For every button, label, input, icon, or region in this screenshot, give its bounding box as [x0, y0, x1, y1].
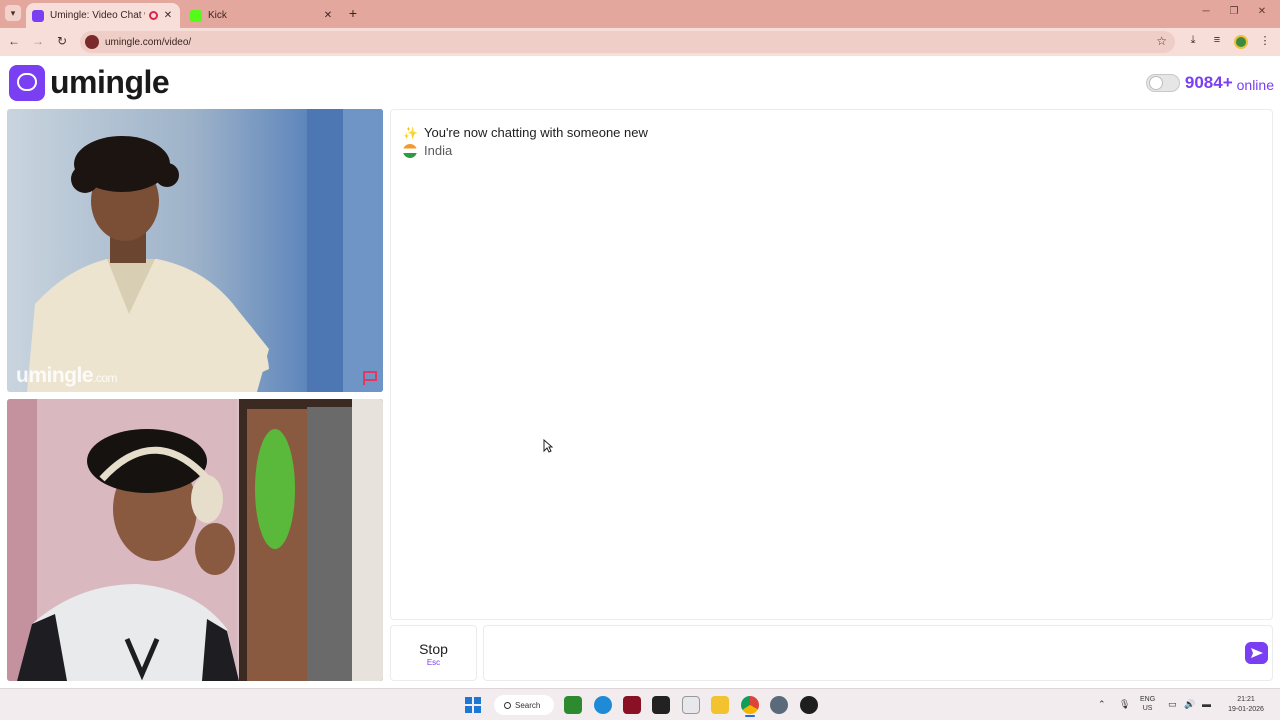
close-tab-icon[interactable]: ✕: [162, 10, 174, 21]
online-count: 9084+: [1184, 73, 1233, 92]
file-explorer-app-icon[interactable]: [711, 696, 729, 714]
logo-text: umingle: [50, 64, 170, 100]
browser-tab-bar: ▾ Umingle: Video Chat with Str ✕ Kick ✕ …: [0, 0, 1280, 28]
taskbar-search-label: Search: [515, 700, 541, 710]
settings-app-icon[interactable]: [770, 696, 788, 714]
volume-icon[interactable]: 🔊: [1184, 699, 1195, 710]
show-hidden-icons-icon[interactable]: ⌃: [1098, 699, 1106, 710]
chat-log: ✨ You're now chatting with someone new I…: [390, 109, 1273, 620]
stop-button-label: Stop: [419, 641, 448, 657]
reload-icon[interactable]: ↻: [54, 34, 70, 48]
system-message: ✨ You're now chatting with someone new: [403, 125, 648, 140]
india-flag-icon: [403, 143, 417, 158]
dark-mode-toggle[interactable]: [1145, 74, 1180, 92]
stop-button[interactable]: Stop Esc: [390, 625, 477, 681]
chat-bubble-logo-icon: [9, 64, 45, 101]
download-icon[interactable]: ⤓: [1185, 34, 1201, 47]
browser-toolbar: ← → ↻ umingle.com/video/ ☆ ⤓ ≡ ⋮: [0, 28, 1280, 56]
url-text: umingle.com/video/: [105, 36, 192, 48]
battery-icon[interactable]: ▬: [1202, 699, 1211, 709]
system-message-text: You're now chatting with someone new: [424, 125, 648, 140]
profile-avatar[interactable]: [1234, 35, 1248, 49]
country-name: India: [424, 143, 453, 158]
search-icon: [504, 701, 511, 709]
system-clock[interactable]: 21:21 19-01-2026: [1222, 695, 1270, 715]
back-arrow-icon[interactable]: ←: [6, 34, 22, 48]
site-info-icon[interactable]: [85, 35, 99, 49]
stranger-country: India: [403, 143, 452, 158]
microphone-icon[interactable]: 🎙: [1119, 699, 1130, 710]
minimize-window-icon[interactable]: ─: [1196, 6, 1216, 17]
maximize-window-icon[interactable]: ❐: [1224, 6, 1244, 17]
online-indicator: 9084+ online: [1145, 73, 1274, 93]
self-video-frame: [7, 399, 383, 681]
tab-kick[interactable]: Kick ✕: [184, 3, 340, 28]
close-window-icon[interactable]: ✕: [1252, 6, 1272, 17]
obs-app-icon[interactable]: [800, 696, 818, 714]
mouse-cursor-icon: [543, 439, 553, 453]
send-button[interactable]: [1245, 642, 1268, 664]
language-indicator[interactable]: ENG US: [1140, 695, 1155, 713]
tab-search-menu-icon[interactable]: ▾: [5, 5, 21, 21]
tab-umingle[interactable]: Umingle: Video Chat with Str ✕: [26, 3, 180, 28]
message-input[interactable]: [483, 625, 1273, 681]
edge-app-icon[interactable]: [594, 696, 612, 714]
stop-shortcut-label: Esc: [426, 658, 441, 667]
windows-taskbar: Search ⌃ 🎙 ENG US ▭ 🔊 ▬ 21:21 19-01-2026: [0, 688, 1280, 720]
online-label: online: [1236, 76, 1274, 93]
epic-games-app-icon[interactable]: [652, 696, 670, 714]
stranger-video: umingle.com: [7, 109, 383, 392]
forward-arrow-icon[interactable]: →: [30, 34, 46, 48]
close-tab-icon[interactable]: ✕: [322, 10, 334, 21]
xbox-app-icon[interactable]: [564, 696, 582, 714]
report-flag-icon[interactable]: [361, 369, 379, 387]
new-tab-icon[interactable]: +: [346, 5, 360, 21]
recording-indicator-icon: [149, 11, 158, 20]
bookmark-star-icon[interactable]: ☆: [1156, 34, 1167, 48]
address-bar[interactable]: umingle.com/video/ ☆: [80, 31, 1175, 53]
sparkles-icon: ✨: [403, 125, 418, 140]
stranger-video-frame: [27, 109, 383, 392]
media-controls-icon[interactable]: ≡: [1209, 34, 1225, 46]
umingle-watermark: umingle.com: [16, 364, 118, 387]
active-app-indicator: [745, 715, 755, 717]
kick-favicon-icon: [190, 9, 202, 22]
tab-title: Kick: [208, 10, 227, 21]
self-video: [7, 399, 383, 681]
browser-menu-icon[interactable]: ⋮: [1257, 34, 1273, 47]
network-icon[interactable]: ▭: [1168, 699, 1177, 710]
notepad-app-icon[interactable]: [682, 696, 700, 714]
umingle-logo[interactable]: umingle: [9, 64, 170, 101]
tab-title: Umingle: Video Chat with Str: [50, 10, 145, 21]
umingle-favicon-icon: [32, 9, 44, 22]
media-app-icon[interactable]: [623, 696, 641, 714]
chrome-app-icon[interactable]: [741, 696, 759, 714]
windows-start-icon[interactable]: [464, 696, 482, 714]
taskbar-search[interactable]: Search: [494, 695, 554, 715]
